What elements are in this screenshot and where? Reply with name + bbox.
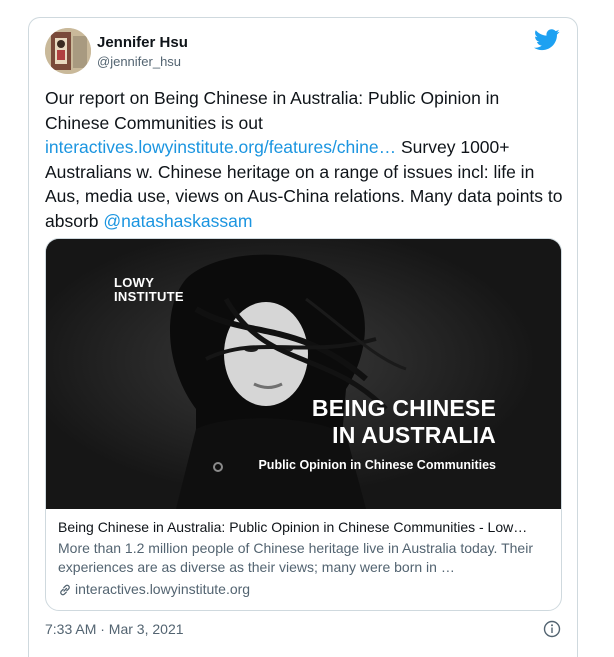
card-headline: BEING CHINESE IN AUSTRALIA	[226, 395, 496, 449]
author-avatar[interactable]	[45, 28, 91, 74]
info-icon[interactable]	[543, 620, 561, 638]
mention-link[interactable]: @natashaskassam	[103, 211, 252, 231]
tweet-timestamp[interactable]: 7:33 AM · Mar 3, 2021	[45, 621, 184, 637]
twitter-bird-icon[interactable]	[534, 29, 560, 51]
lowy-logo: LOWY INSTITUTE	[114, 276, 184, 304]
tweet-text: Our report on Being Chinese in Australia…	[45, 86, 565, 233]
tweet-card[interactable]: Jennifer Hsu @jennifer_hsu Our report on…	[28, 17, 578, 657]
headline-line2: IN AUSTRALIA	[332, 422, 496, 448]
headline-line1: BEING CHINESE	[311, 395, 496, 421]
tweet-link[interactable]: interactives.lowyinstitute.org/features/…	[45, 137, 396, 157]
logo-line1: LOWY	[114, 275, 155, 290]
logo-line2: INSTITUTE	[114, 289, 184, 304]
card-image-subtitle: Public Opinion in Chinese Communities	[258, 458, 496, 472]
card-body[interactable]: Being Chinese in Australia: Public Opini…	[46, 509, 561, 599]
card-image[interactable]: LOWY INSTITUTE BEING CHINESE IN AUSTRALI…	[46, 239, 561, 509]
card-domain[interactable]: interactives.lowyinstitute.org	[58, 580, 551, 599]
card-description: More than 1.2 million people of Chinese …	[58, 540, 533, 575]
link-preview-card[interactable]: LOWY INSTITUTE BEING CHINESE IN AUSTRALI…	[45, 238, 562, 611]
card-domain-text[interactable]: interactives.lowyinstitute.org	[75, 580, 250, 599]
card-title[interactable]: Being Chinese in Australia: Public Opini…	[58, 517, 551, 537]
author-name[interactable]: Jennifer Hsu	[97, 34, 188, 51]
author-handle[interactable]: @jennifer_hsu	[97, 54, 181, 69]
tweet-text-part1: Our report on Being Chinese in Australia…	[45, 88, 500, 133]
link-icon	[58, 583, 72, 597]
avatar-photo	[45, 28, 91, 74]
